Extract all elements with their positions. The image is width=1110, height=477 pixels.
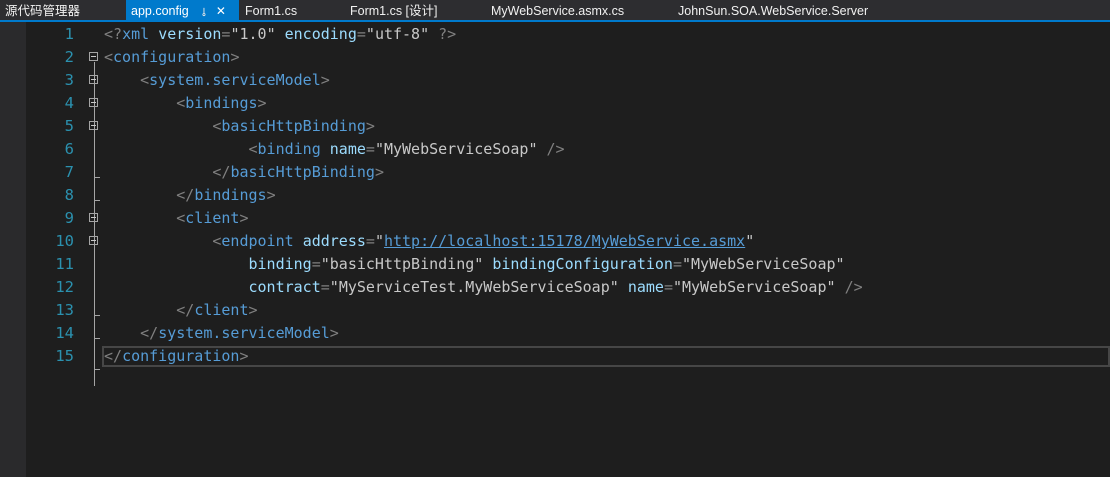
line-number: 4 [64,94,74,112]
line-number: 14 [55,324,74,342]
tab-form1-cs[interactable]: Form1.cs [240,0,344,22]
code-line[interactable]: 7 </basicHttpBinding> [0,161,1110,184]
pin-icon[interactable]: ⊸ [192,7,214,16]
line-number: 9 [64,209,74,227]
code-line[interactable]: 6 <binding name="MyWebServiceSoap" /> [0,138,1110,161]
line-number: 3 [64,71,74,89]
tab-label: Form1.cs [设计] [350,4,438,18]
code-line[interactable]: 1 <?xml version="1.0" encoding="utf-8" ?… [0,23,1110,46]
code-line[interactable]: 5 <basicHttpBinding> [0,115,1110,138]
code-line[interactable]: 9 <client> [0,207,1110,230]
address-link[interactable]: http://localhost:15178/MyWebService.asmx [384,232,745,250]
code-text[interactable]: </system.serviceModel> [104,322,339,345]
code-line[interactable]: 2 <configuration> [0,46,1110,69]
collapse-minus-icon[interactable] [89,213,98,222]
code-editor[interactable]: 1 <?xml version="1.0" encoding="utf-8" ?… [0,22,1110,477]
code-text[interactable]: <basicHttpBinding> [104,115,375,138]
code-text[interactable]: </bindings> [104,184,275,207]
code-text[interactable]: <?xml version="1.0" encoding="utf-8" ?> [104,23,456,46]
code-line[interactable]: 8 </bindings> [0,184,1110,207]
code-line[interactable]: 4 <bindings> [0,92,1110,115]
code-text[interactable]: contract="MyServiceTest.MyWebServiceSoap… [104,276,863,299]
document-tab-bar: 源代码管理器 app.config ⊸ ✕ Form1.cs Form1.cs [设… [0,0,1110,22]
line-number: 8 [64,186,74,204]
collapse-minus-icon[interactable] [89,121,98,130]
tab-label: MyWebService.asmx.cs [491,4,625,18]
code-text[interactable]: </basicHttpBinding> [104,161,384,184]
code-line[interactable]: 11 binding="basicHttpBinding" bindingCon… [0,253,1110,276]
collapse-minus-icon[interactable] [89,98,98,107]
outline-end-tick [94,369,100,370]
code-line[interactable]: 3 <system.serviceModel> [0,69,1110,92]
line-number: 1 [64,25,74,43]
tab-mywebservice-asmx-cs[interactable]: MyWebService.asmx.cs [486,0,670,22]
ide-window: 源代码管理器 app.config ⊸ ✕ Form1.cs Form1.cs [设… [0,0,1110,477]
code-line[interactable]: 15 </configuration> [0,345,1110,368]
tab-label: Form1.cs [245,4,298,18]
tab-form1-design[interactable]: Form1.cs [设计] [345,0,485,22]
tab-app-config[interactable]: app.config ⊸ ✕ [126,0,239,22]
line-number: 10 [55,232,74,250]
code-line[interactable]: 10 <endpoint address="http://localhost:1… [0,230,1110,253]
code-line[interactable]: 13 </client> [0,299,1110,322]
tab-server-project[interactable]: JohnSun.SOA.WebService.Server [673,0,933,22]
code-line[interactable]: 14 </system.serviceModel> [0,322,1110,345]
line-number: 6 [64,140,74,158]
tab-source-control-explorer[interactable]: 源代码管理器 [0,0,126,22]
code-text[interactable]: <bindings> [104,92,266,115]
code-text[interactable]: <system.serviceModel> [104,69,330,92]
line-number: 11 [55,255,74,273]
collapse-minus-icon[interactable] [89,52,98,61]
tab-label: JohnSun.SOA.WebService.Server [678,4,869,18]
code-text[interactable]: <client> [104,207,248,230]
tab-label: app.config [131,4,189,18]
line-number: 12 [55,278,74,296]
code-text[interactable]: <endpoint address="http://localhost:1517… [104,230,754,253]
code-text[interactable]: </client> [104,299,257,322]
code-text[interactable]: binding="basicHttpBinding" bindingConfig… [104,253,845,276]
line-number: 2 [64,48,74,66]
line-number: 13 [55,301,74,319]
code-text[interactable]: </configuration> [104,345,249,368]
line-number: 15 [55,347,74,365]
collapse-minus-icon[interactable] [89,236,98,245]
code-text[interactable]: <binding name="MyWebServiceSoap" /> [104,138,565,161]
line-number: 5 [64,117,74,135]
line-number: 7 [64,163,74,181]
code-text[interactable]: <configuration> [104,46,239,69]
tab-label: 源代码管理器 [5,4,81,18]
code-line[interactable]: 12 contract="MyServiceTest.MyWebServiceS… [0,276,1110,299]
close-icon[interactable]: ✕ [216,0,226,22]
collapse-minus-icon[interactable] [89,75,98,84]
